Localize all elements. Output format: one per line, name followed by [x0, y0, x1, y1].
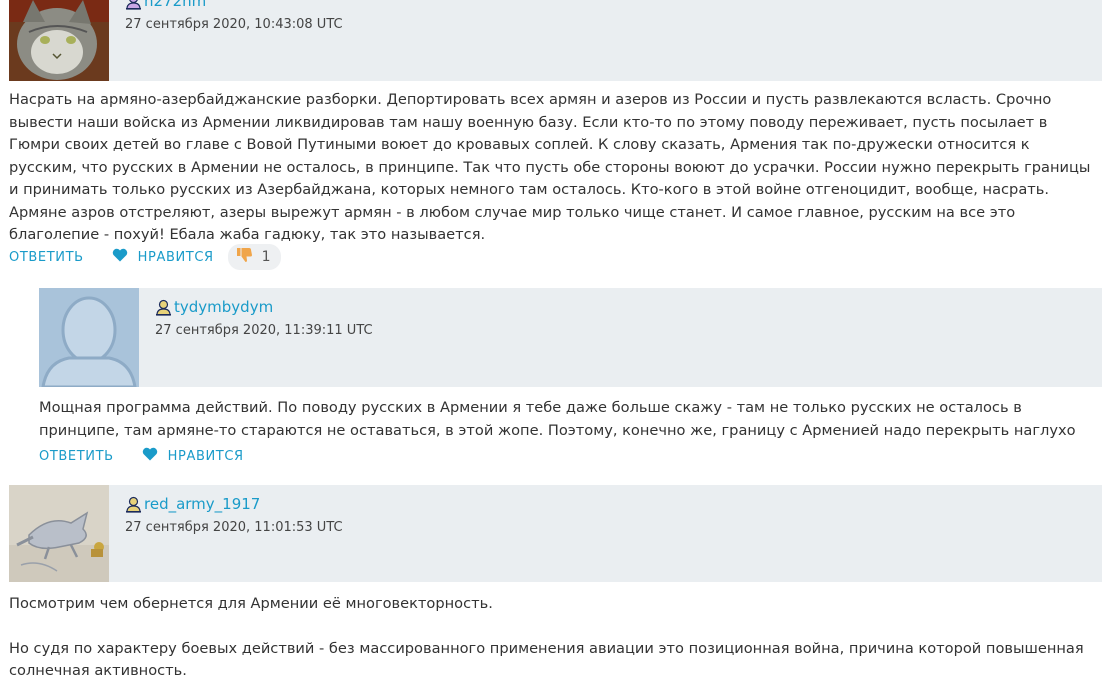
- user-icon: [155, 299, 172, 316]
- comment-actions: Ответить Нравится: [39, 447, 244, 465]
- avatar[interactable]: [9, 485, 109, 582]
- comment-actions: Ответить Нравится 1: [9, 244, 281, 270]
- comment-paragraph: Посмотрим чем обернется для Армении её м…: [9, 595, 493, 612]
- dislike-button[interactable]: 1: [227, 244, 281, 270]
- like-button[interactable]: Нравится: [112, 248, 214, 266]
- like-button[interactable]: Нравится: [142, 447, 244, 465]
- comment-date: 27 сентября 2020, 11:01:53 UTC: [125, 520, 343, 535]
- comment-1: n272nm 27 сентября 2020, 10:43:08 UTC На…: [0, 0, 1102, 275]
- comment-date: 27 сентября 2020, 11:39:11 UTC: [155, 323, 373, 338]
- dislike-count: 1: [261, 249, 271, 265]
- username-text: red_army_1917: [144, 495, 261, 513]
- heart-icon: [142, 447, 158, 465]
- username[interactable]: tydymbydym: [155, 298, 273, 316]
- username-text: n272nm: [144, 0, 207, 10]
- user-icon: [125, 0, 142, 10]
- like-label: Нравится: [137, 249, 214, 265]
- user-icon: [125, 496, 142, 513]
- comment-text: Посмотрим чем обернется для Армении её м…: [9, 593, 1097, 683]
- comment-text: Мощная программа действий. По поводу рус…: [39, 399, 1076, 439]
- comment-paragraph: Но судя по характеру боевых действий - б…: [9, 639, 1084, 680]
- comment-text: Насрать на армяно-азербайджанские разбор…: [9, 91, 1091, 243]
- avatar[interactable]: [9, 0, 109, 81]
- username[interactable]: n272nm: [125, 0, 206, 10]
- comment-date: 27 сентября 2020, 10:43:08 UTC: [125, 17, 343, 32]
- comment-header: n272nm 27 сентября 2020, 10:43:08 UTC: [9, 0, 1102, 81]
- comment-2: tydymbydym 27 сентября 2020, 11:39:11 UT…: [0, 288, 1102, 473]
- thumbs-down-icon: [236, 247, 254, 267]
- like-label: Нравится: [167, 448, 244, 464]
- heart-icon: [112, 248, 128, 266]
- username[interactable]: red_army_1917: [125, 495, 260, 513]
- comment-3: red_army_1917 27 сентября 2020, 11:01:53…: [0, 485, 1102, 682]
- comment-header: red_army_1917 27 сентября 2020, 11:01:53…: [9, 485, 1102, 582]
- username-text: tydymbydym: [174, 298, 274, 316]
- avatar[interactable]: [39, 288, 139, 387]
- reply-button[interactable]: Ответить: [9, 250, 84, 265]
- comment-header: tydymbydym 27 сентября 2020, 11:39:11 UT…: [39, 288, 1102, 387]
- reply-button[interactable]: Ответить: [39, 449, 114, 464]
